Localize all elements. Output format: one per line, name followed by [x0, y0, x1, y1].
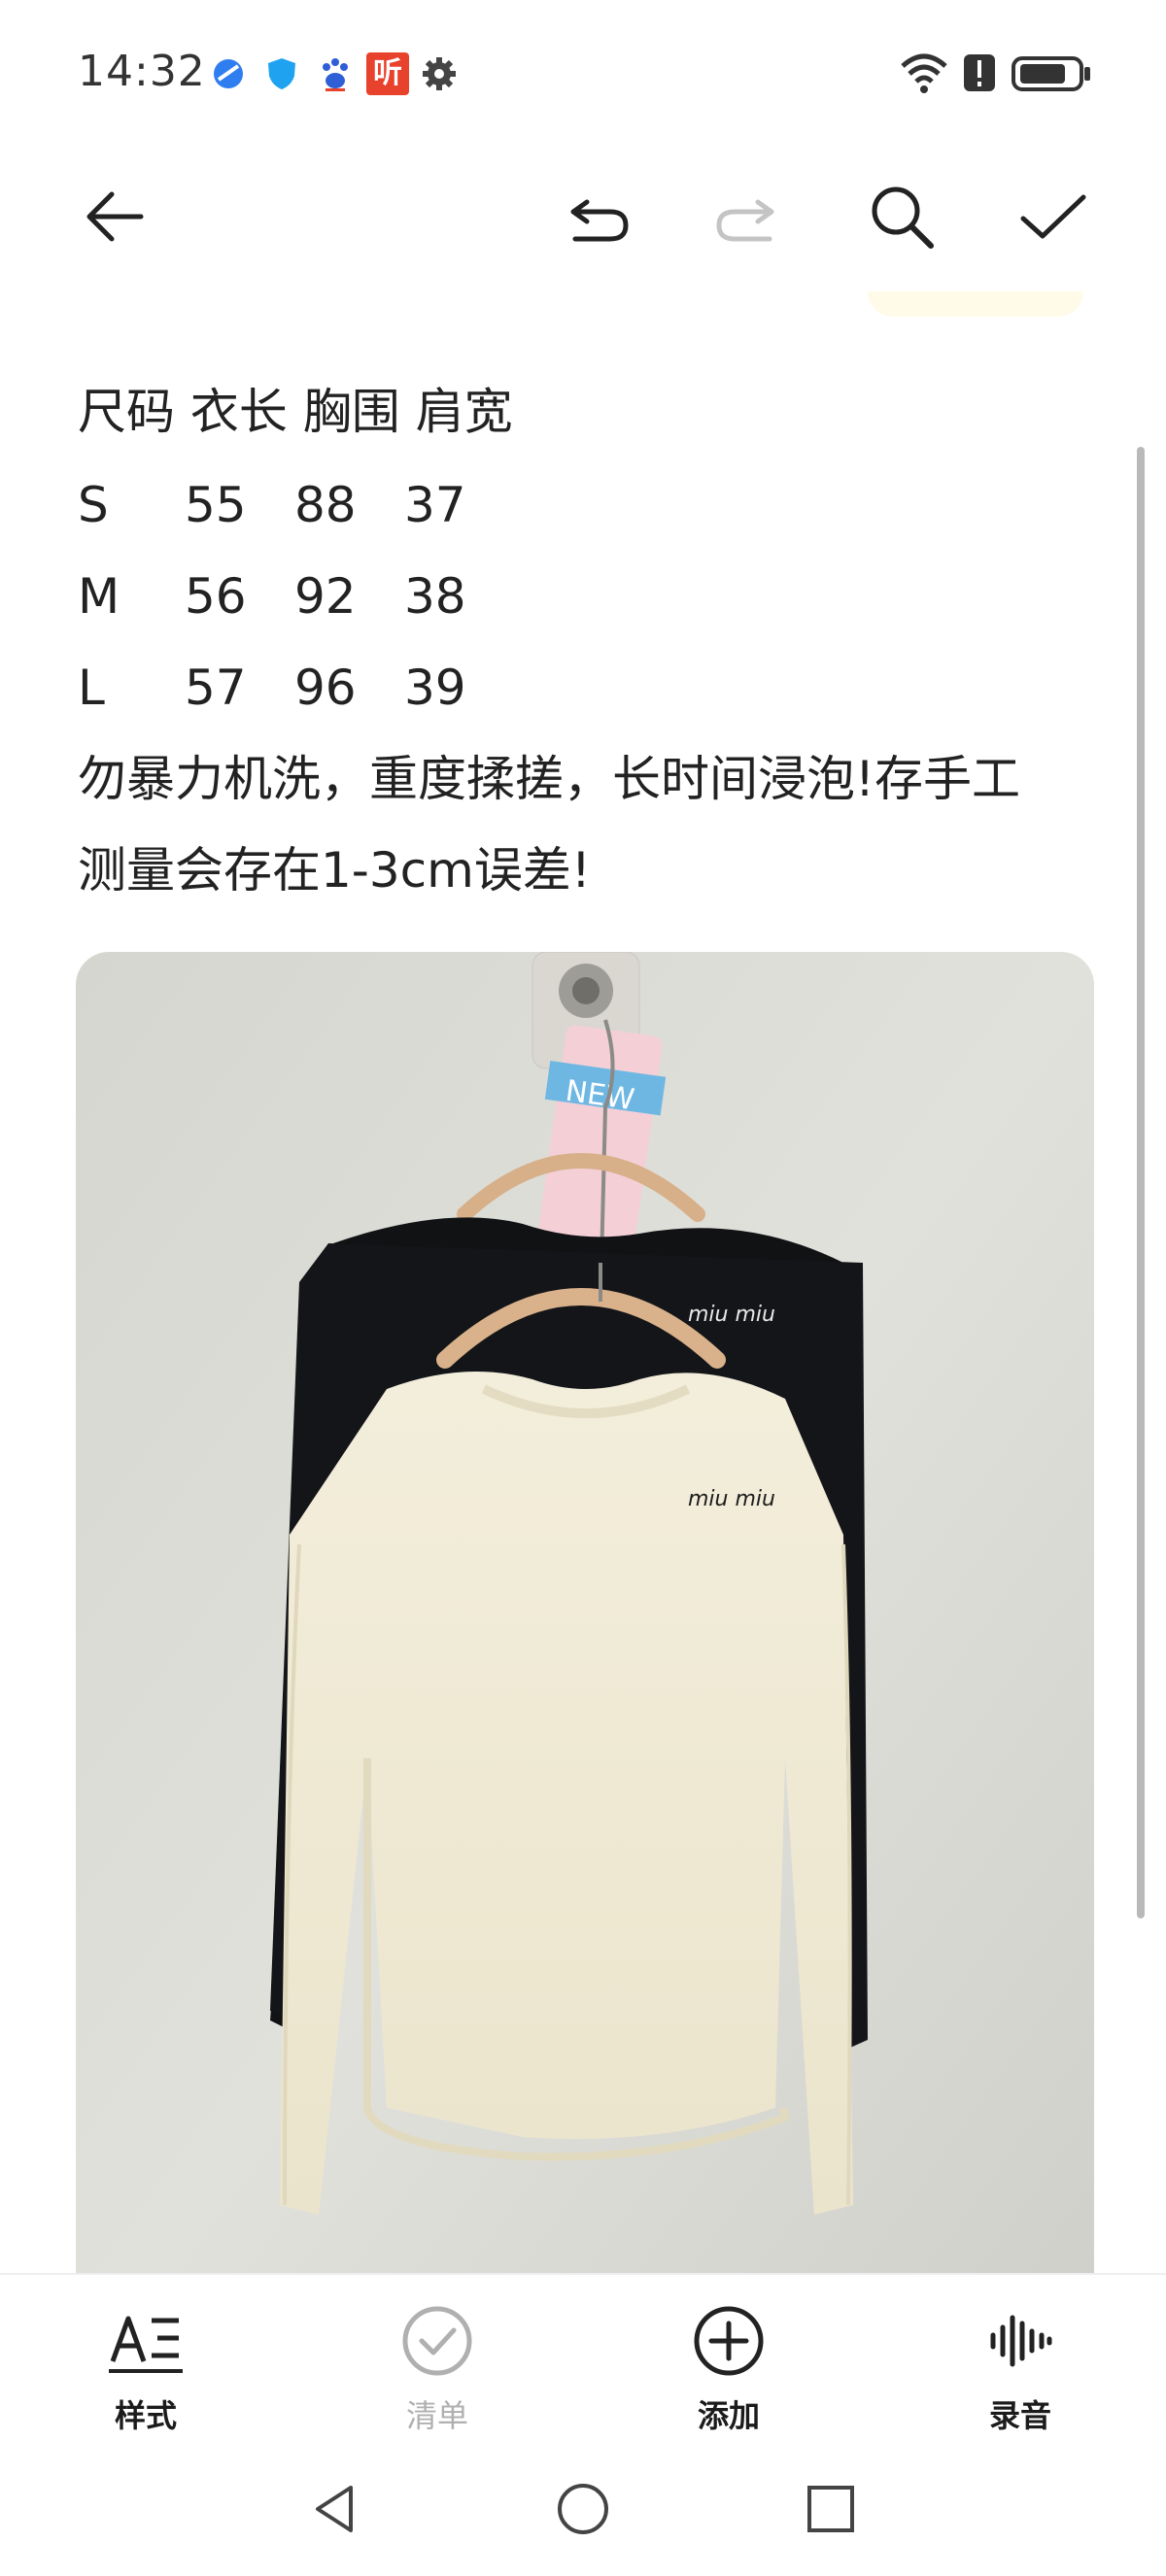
voice-record-label: 录音 — [988, 2397, 1051, 2434]
checklist-icon — [398, 2302, 476, 2380]
care-instructions-line: 勿暴力机洗，重度揉搓，长时间浸泡!存手工 — [78, 751, 1021, 807]
add-button[interactable]: 添加 — [632, 2275, 826, 2450]
wifi-icon — [899, 51, 949, 95]
back-arrow-icon — [81, 183, 149, 254]
checklist-button[interactable]: 清单 — [340, 2275, 534, 2450]
text-style-icon — [107, 2302, 185, 2380]
add-circle-icon — [690, 2302, 768, 2380]
undo-button[interactable] — [551, 170, 648, 267]
browser-icon — [209, 54, 248, 93]
system-nav-bar — [0, 2448, 1166, 2576]
voice-record-button[interactable]: 录音 — [923, 2275, 1117, 2450]
chest-value: 92 — [294, 568, 357, 625]
nav-back-button[interactable] — [292, 2467, 379, 2555]
care-instructions-line: 测量会存在1-3cm误差! — [78, 842, 591, 898]
length-value: 56 — [185, 568, 247, 625]
search-button[interactable] — [853, 170, 950, 267]
shoulder-value: 37 — [404, 477, 466, 533]
battery-icon — [1011, 51, 1093, 95]
note-content[interactable]: 尺码 衣长 胸围 肩宽 S 55 88 37 M 56 92 38 L 57 9… — [0, 291, 1166, 2273]
nav-recents-icon — [802, 2480, 860, 2542]
add-label: 添加 — [697, 2397, 760, 2434]
listen-app-icon: 听 — [366, 52, 409, 95]
baidu-icon — [316, 54, 355, 93]
nav-home-button[interactable] — [539, 2467, 627, 2555]
logo-text: miu miu — [688, 1487, 775, 1511]
bottom-toolbar: 样式 清单 添加 录音 — [0, 2273, 1166, 2448]
checklist-label: 清单 — [405, 2397, 468, 2434]
done-button[interactable] — [1004, 170, 1101, 267]
shoulder-value: 38 — [404, 568, 466, 625]
length-value: 57 — [185, 660, 247, 716]
size-label: S — [78, 477, 109, 533]
search-icon — [867, 182, 937, 255]
nav-home-icon — [554, 2480, 612, 2542]
checkmark-icon — [1017, 182, 1087, 255]
chest-value: 96 — [294, 660, 357, 716]
back-button[interactable] — [66, 170, 163, 267]
voice-record-icon — [981, 2302, 1059, 2380]
settings-icon — [420, 54, 459, 93]
undo-icon — [566, 183, 634, 254]
alert-icon — [962, 51, 997, 95]
status-time: 14:32 — [78, 47, 206, 96]
shoulder-value: 39 — [404, 660, 466, 716]
redo-button[interactable] — [697, 170, 794, 267]
nav-recents-button[interactable] — [787, 2467, 874, 2555]
previous-block-highlight — [868, 291, 1083, 317]
product-photo[interactable]: NEW miu miu miu miu — [76, 952, 1094, 2273]
size-table-header: 尺码 衣长 胸围 肩宽 — [78, 384, 513, 440]
size-label: L — [78, 660, 105, 716]
scrollbar[interactable] — [1137, 447, 1145, 1918]
style-label: 样式 — [114, 2397, 177, 2434]
size-label: M — [78, 568, 120, 625]
logo-text: miu miu — [688, 1303, 775, 1327]
length-value: 55 — [185, 477, 247, 533]
nav-back-icon — [306, 2480, 364, 2542]
redo-icon — [711, 183, 779, 254]
status-bar: 14:32 听 — [0, 0, 1166, 146]
style-button[interactable]: 样式 — [49, 2275, 243, 2450]
shield-icon — [262, 54, 301, 93]
chest-value: 88 — [294, 477, 357, 533]
